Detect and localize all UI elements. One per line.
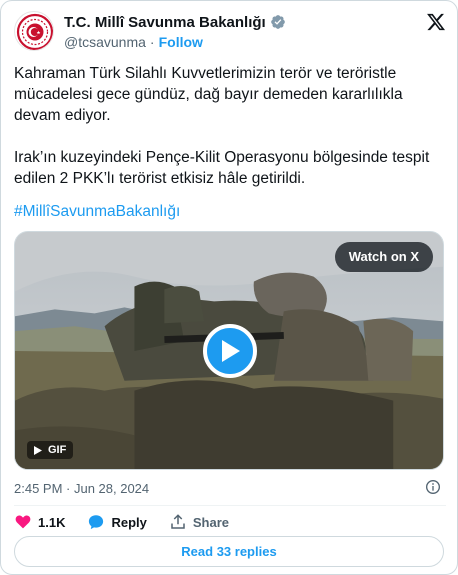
gif-icon bbox=[34, 445, 42, 455]
tweet-text: Kahraman Türk Silahlı Kuvvetlerimizin te… bbox=[14, 63, 446, 189]
like-button[interactable]: 1.1K bbox=[14, 513, 65, 531]
share-icon bbox=[171, 514, 185, 529]
tweet-paragraph-1: Kahraman Türk Silahlı Kuvvetlerimizin te… bbox=[14, 65, 403, 124]
gif-badge: GIF bbox=[27, 441, 74, 459]
follow-button[interactable]: Follow bbox=[159, 34, 203, 50]
reply-button[interactable]: Reply bbox=[87, 513, 147, 531]
x-logo-icon[interactable] bbox=[426, 12, 446, 32]
tweet-timestamp[interactable]: 2:45 PM · Jun 28, 2024 bbox=[14, 481, 149, 496]
verified-badge-icon bbox=[270, 15, 285, 29]
share-button[interactable]: Share bbox=[169, 513, 229, 531]
account-info: T.C. Millî Savunma Bakanlığı @tcsavunma … bbox=[64, 12, 286, 51]
heart-icon bbox=[15, 515, 31, 529]
read-replies-button[interactable]: Read 33 replies bbox=[14, 536, 444, 567]
play-button[interactable] bbox=[203, 324, 257, 378]
tweet-header: T.C. Millî Savunma Bakanlığı @tcsavunma … bbox=[14, 11, 446, 51]
avatar[interactable] bbox=[14, 11, 54, 51]
reply-bubble-icon bbox=[89, 515, 104, 530]
tweet-embed-card: T.C. Millî Savunma Bakanlığı @tcsavunma … bbox=[0, 0, 458, 575]
like-count: 1.1K bbox=[38, 514, 66, 530]
account-name[interactable]: T.C. Millî Savunma Bakanlığı bbox=[64, 14, 266, 31]
share-label: Share bbox=[192, 514, 230, 530]
hashtag-link[interactable]: #MillîSavunmaBakanlığı bbox=[14, 203, 180, 221]
video-media[interactable]: Watch on X GIF bbox=[14, 231, 444, 470]
watch-on-x-button[interactable]: Watch on X bbox=[334, 242, 433, 272]
account-handle[interactable]: @tcsavunma bbox=[64, 34, 146, 50]
tweet-actions: 1.1K Reply Share bbox=[14, 512, 229, 532]
gif-label: GIF bbox=[48, 444, 67, 456]
info-icon[interactable] bbox=[425, 479, 441, 495]
tweet-paragraph-2: Irak’ın kuzeyindeki Pençe-Kilit Operasyo… bbox=[14, 149, 430, 187]
ministry-logo-icon bbox=[16, 13, 53, 50]
play-icon bbox=[222, 340, 240, 362]
divider bbox=[14, 505, 446, 506]
reply-label: Reply bbox=[111, 514, 147, 530]
separator-dot: · bbox=[149, 33, 155, 50]
